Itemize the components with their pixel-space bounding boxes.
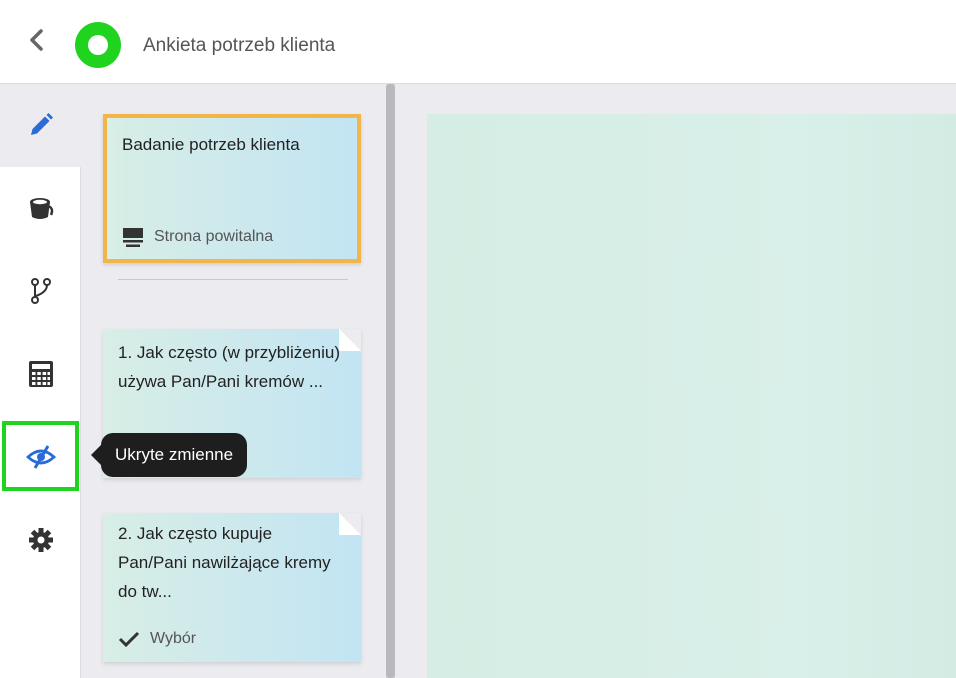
page-fold: [339, 513, 361, 535]
card-title: 2. Jak często kupuje Pan/Pani nawilżając…: [118, 524, 331, 601]
divider: [118, 279, 348, 280]
hidden-variables-highlight: [2, 421, 79, 491]
calculator-icon: [28, 361, 53, 387]
branch-icon: [30, 278, 51, 304]
app-logo[interactable]: [75, 22, 121, 68]
card-type-label: Strona powitalna: [154, 228, 274, 245]
gear-icon: [28, 528, 53, 552]
welcome-page-icon: [123, 228, 143, 247]
scroll-thumb[interactable]: [386, 84, 395, 678]
rail-item-logic[interactable]: [0, 250, 81, 332]
rail-item-editor[interactable]: [0, 84, 81, 166]
scrollbar[interactable]: [386, 84, 395, 678]
chevron-left-icon: [30, 29, 43, 51]
card-footer: Wybór: [118, 630, 196, 648]
tooltip-text: Ukryte zmienne: [115, 445, 234, 464]
pencil-icon: [30, 113, 53, 135]
bucket-icon: [29, 198, 53, 219]
page-preview[interactable]: [427, 114, 956, 678]
rail-item-calculator[interactable]: [0, 333, 81, 415]
survey-title: Ankieta potrzeb klienta: [143, 35, 336, 56]
page-fold: [339, 329, 361, 351]
card-title: Badanie potrzeb klienta: [122, 135, 300, 154]
rail-item-settings[interactable]: [0, 499, 81, 581]
card-type-label: Wybór: [150, 630, 197, 647]
card-footer: Strona powitalna: [122, 227, 273, 247]
check-icon: [118, 631, 140, 648]
card-title: 1. Jak często (w przybliżeniu) używa Pan…: [118, 343, 341, 391]
rail-item-theme[interactable]: [0, 167, 81, 249]
tooltip: Ukryte zmienne: [90, 433, 248, 477]
back-button[interactable]: [22, 26, 52, 56]
question-list-panel: Badanie potrzeb klienta Strona powitalna…: [81, 84, 386, 678]
left-tool-rail: [0, 84, 81, 678]
welcome-card[interactable]: Badanie potrzeb klienta Strona powitalna: [103, 114, 361, 263]
question-card[interactable]: 2. Jak często kupuje Pan/Pani nawilżając…: [103, 513, 361, 662]
top-bar: Ankieta potrzeb klienta: [0, 0, 956, 84]
editor-canvas: [395, 84, 956, 678]
